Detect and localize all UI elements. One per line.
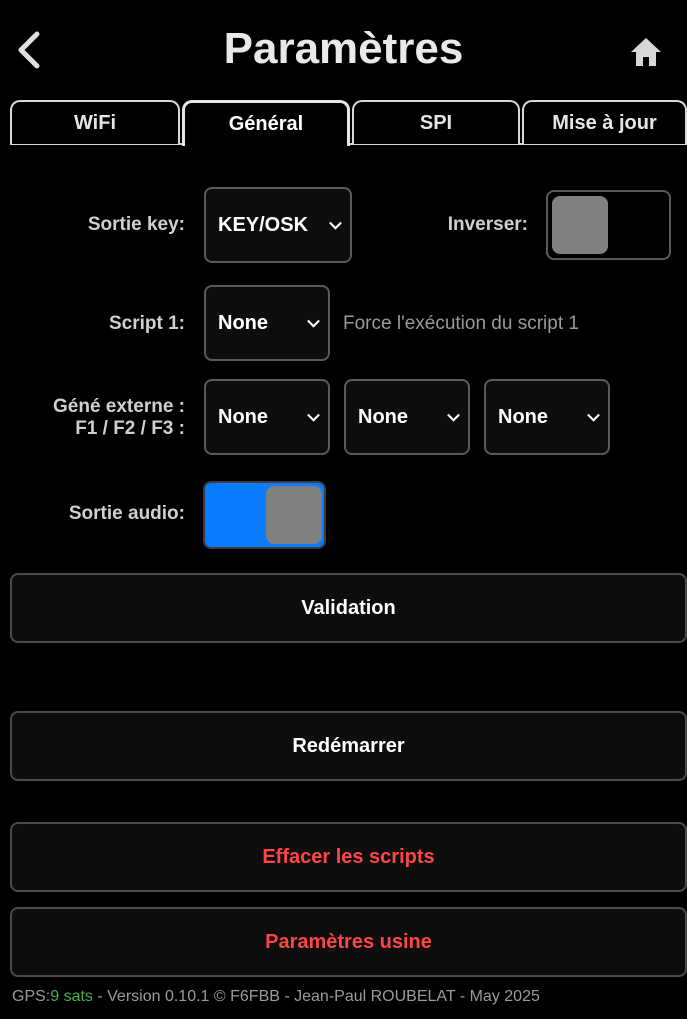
toggle-knob: [266, 486, 322, 544]
tab-mise-a-jour[interactable]: Mise à jour: [522, 100, 687, 144]
script1-value: None: [218, 311, 268, 334]
tab-wifi[interactable]: WiFi: [10, 100, 180, 144]
gene-f1-select[interactable]: None: [204, 379, 330, 455]
gene-f2-select[interactable]: None: [344, 379, 470, 455]
clear-scripts-button[interactable]: Effacer les scripts: [10, 822, 687, 892]
tab-bar: WiFi Général SPI Mise à jour: [10, 100, 687, 146]
script1-label: Script 1:: [108, 313, 185, 334]
sortie-key-select[interactable]: KEY/OSK: [204, 187, 352, 263]
restart-button[interactable]: Redémarrer: [10, 711, 687, 781]
chevron-down-icon: [587, 408, 600, 422]
gps-sats-value: 9 sats: [50, 988, 93, 1005]
version-info: - Version 0.10.1 © F6FBB - Jean-Paul ROU…: [92, 988, 540, 1005]
inverser-label: Inverser:: [447, 214, 528, 235]
chevron-down-icon: [447, 408, 460, 422]
script1-select[interactable]: None: [204, 285, 330, 361]
gene-f3-value: None: [498, 405, 548, 428]
chevron-down-icon: [329, 216, 342, 230]
home-icon: [631, 38, 661, 66]
chevron-down-icon: [307, 314, 320, 328]
gene-f1-value: None: [218, 405, 268, 428]
sortie-audio-label: Sortie audio:: [68, 503, 185, 524]
header-bar: Paramètres: [0, 10, 687, 90]
home-button[interactable]: [628, 34, 664, 70]
gene-f2-value: None: [358, 405, 408, 428]
chevron-down-icon: [307, 408, 320, 422]
gene-externe-label-line1: Géné externe :: [53, 396, 185, 417]
gene-f3-select[interactable]: None: [484, 379, 610, 455]
sortie-key-label: Sortie key:: [87, 214, 185, 235]
sortie-key-value: KEY/OSK: [218, 213, 309, 236]
page-title: Paramètres: [223, 24, 464, 73]
factory-reset-button[interactable]: Paramètres usine: [10, 907, 687, 977]
gene-externe-label-line2: F1 / F2 / F3 :: [75, 418, 185, 439]
gps-label: GPS:: [12, 988, 51, 1005]
tab-spi[interactable]: SPI: [352, 100, 520, 144]
validation-button[interactable]: Validation: [10, 573, 687, 643]
toggle-knob: [552, 196, 608, 254]
inverser-toggle[interactable]: [546, 190, 671, 260]
sortie-audio-toggle[interactable]: [203, 481, 326, 549]
footer-status: GPS:9 sats - Version 0.10.1 © F6FBB - Je…: [12, 988, 540, 1006]
script1-note: Force l'exécution du script 1: [343, 313, 579, 334]
tab-general[interactable]: Général: [182, 100, 350, 146]
